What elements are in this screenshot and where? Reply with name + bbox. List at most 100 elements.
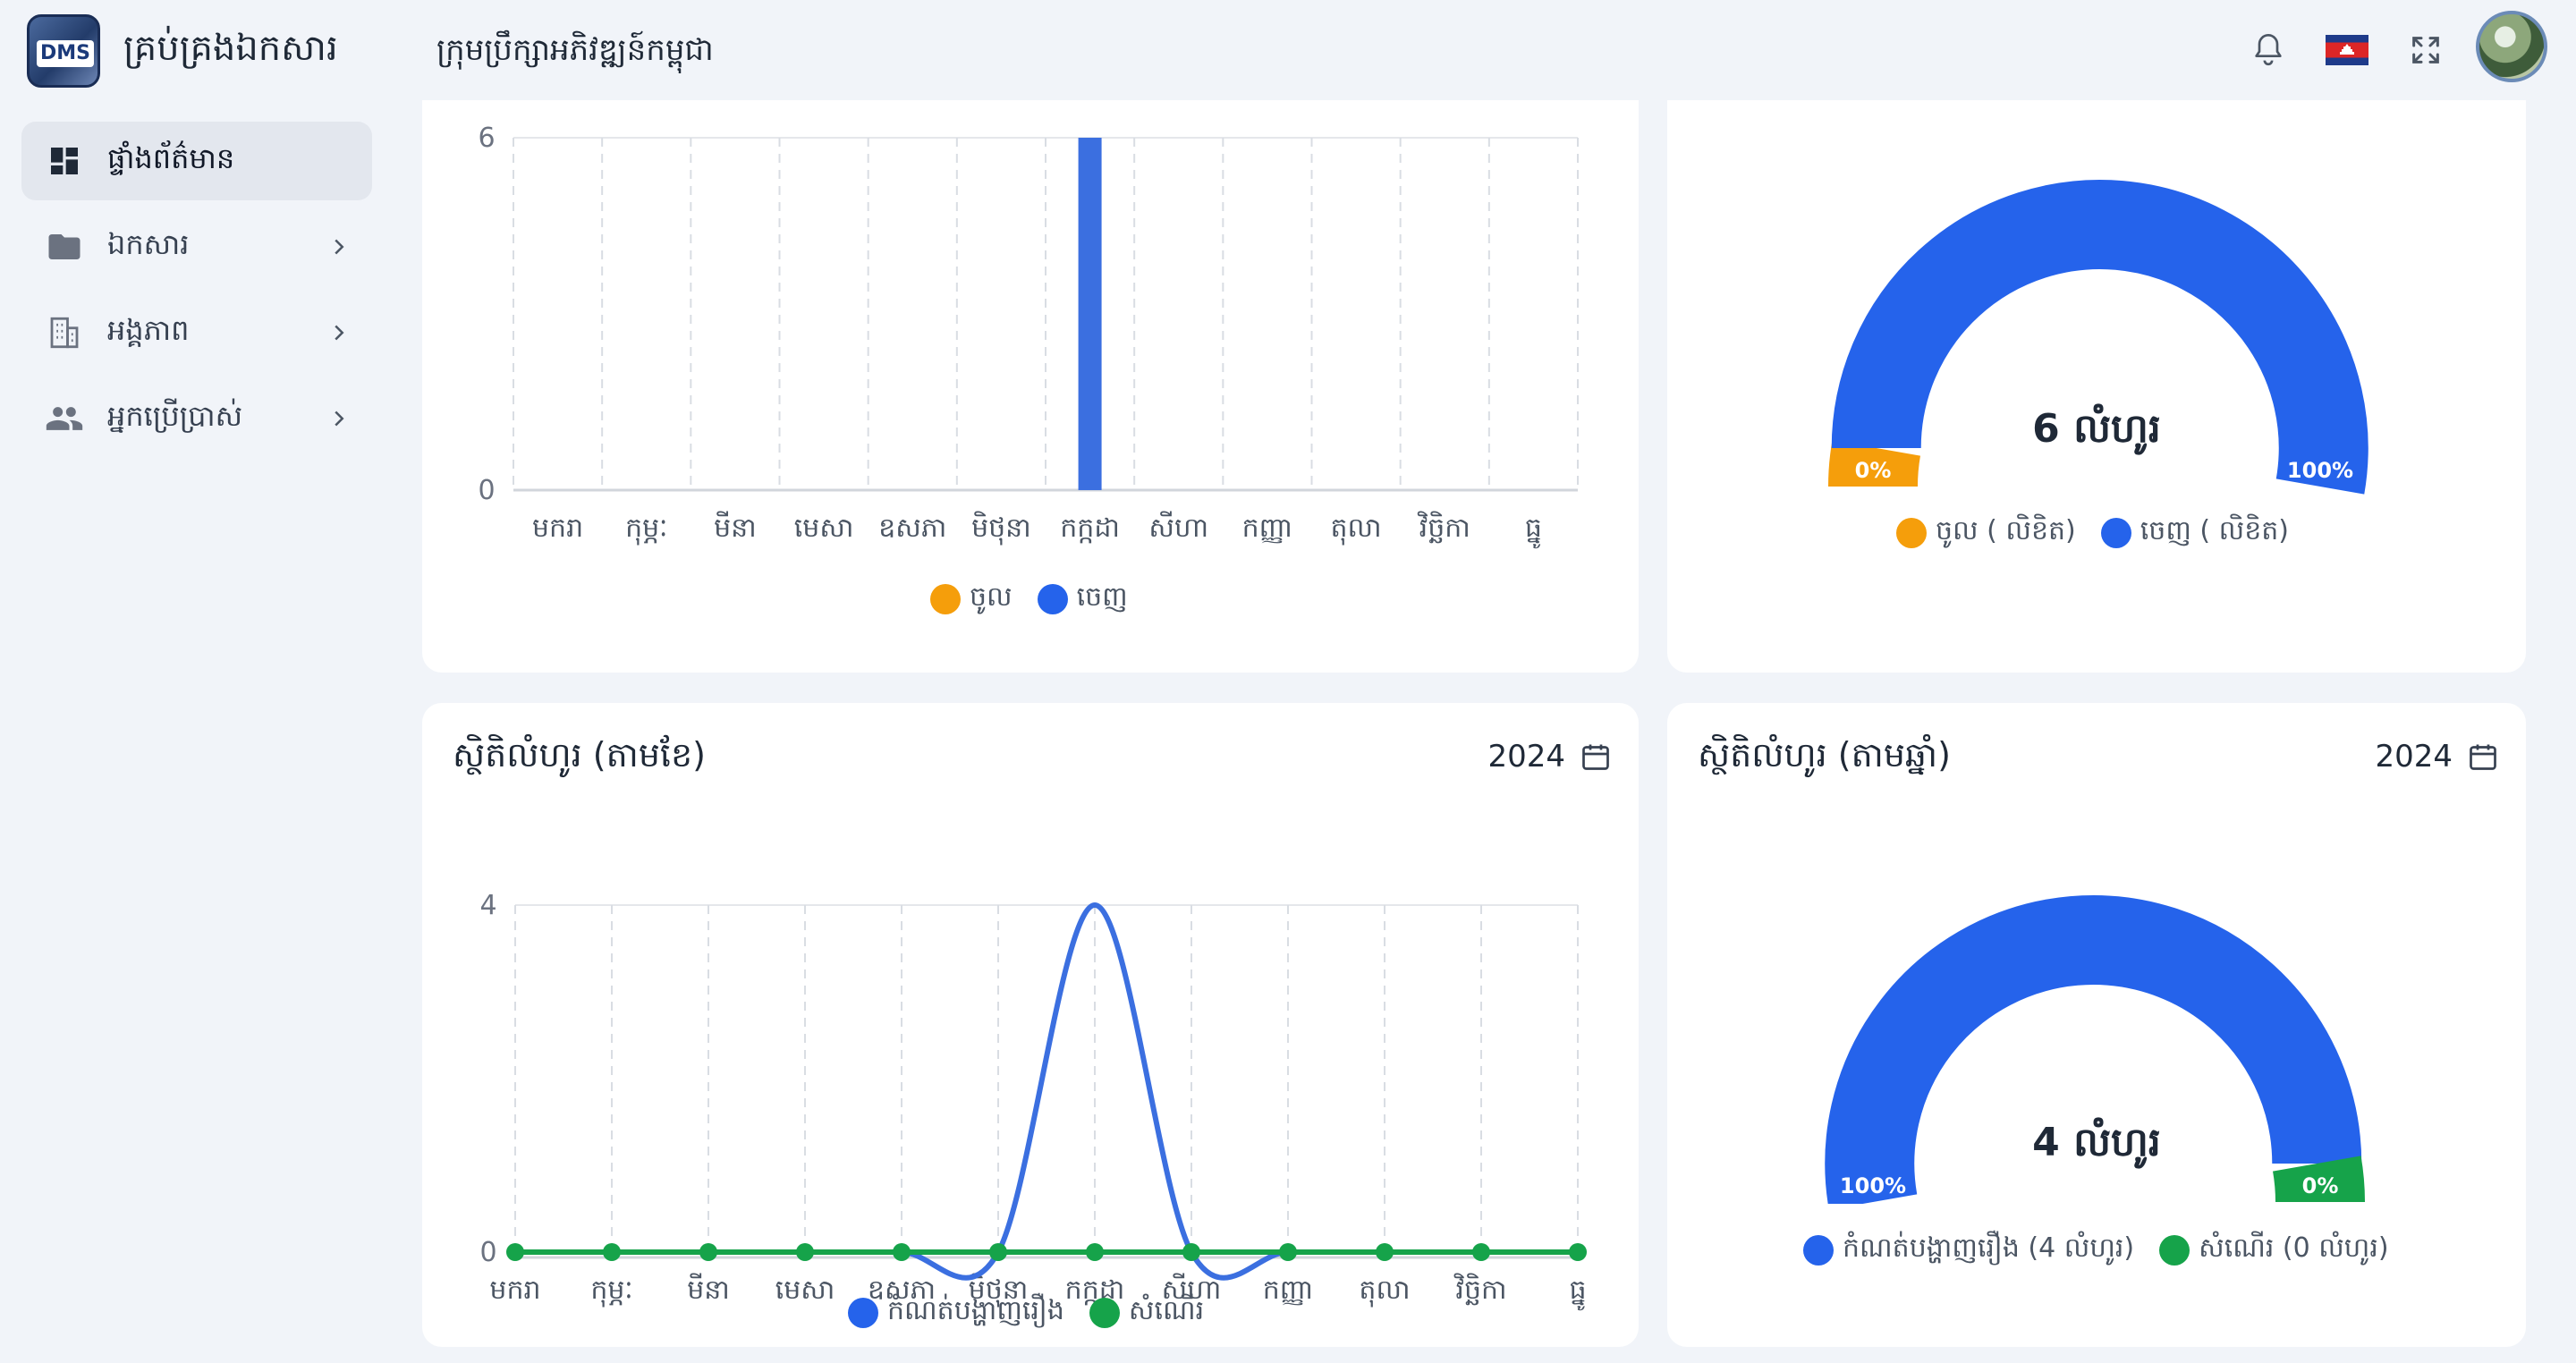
legend-label: ចេញ xyxy=(1076,581,1128,613)
data-label: 100% xyxy=(2287,458,2353,483)
line-chart-legend: កំណត់បង្ហាញរឿង សំណើរ xyxy=(848,1293,1204,1333)
legend-label: សំណើរ xyxy=(1128,1295,1205,1326)
fullscreen-icon[interactable] xyxy=(2402,27,2449,73)
sidebar-item-label: អង្គភាព xyxy=(107,312,190,347)
chevron-right-icon xyxy=(335,325,344,341)
sidebar-item-users[interactable]: អ្នកប្រើប្រាស់ xyxy=(21,379,372,458)
bell-icon[interactable] xyxy=(2245,27,2292,73)
x-tick-label: មេសា xyxy=(794,512,854,544)
sidebar-item-dashboard[interactable]: ផ្ទាំងព័ត៌មាន xyxy=(21,122,372,200)
x-tick-label: កក្កដា xyxy=(1060,512,1120,544)
gauge-center-label: 4 លំហូរ xyxy=(2032,1120,2161,1165)
legend-dot xyxy=(1803,1235,1834,1266)
legend-dot xyxy=(1037,584,1068,614)
documents-gauge-card: 0% 100% 6 លំហូរ ចូល ( លិខិត) ចេញ ( លិខិត) xyxy=(1667,72,2526,673)
legend-label: កំណត់បង្ហាញរឿង xyxy=(887,1295,1064,1326)
flow-line-chart: 04មករា កុម្ភៈ មីនា មេសា ឧសភា មិថុនា កក្កដា សីហា… xyxy=(479,890,1587,1311)
cambodia-flag-icon[interactable] xyxy=(2324,27,2370,73)
legend-label: សំណើរ (0 លំហូរ) xyxy=(2199,1232,2389,1264)
legend-item-incoming[interactable]: ចូល xyxy=(930,580,1013,619)
logo-text: DMS xyxy=(37,40,94,67)
legend-dot xyxy=(2100,518,2131,548)
legend-item-incoming-letters[interactable]: ចូល ( លិខិត) xyxy=(1896,513,2076,553)
x-tick-label: កញ្ញា xyxy=(1242,512,1293,544)
x-tick-label: តុលា xyxy=(1331,512,1382,546)
x-tick-label: ឧសភា xyxy=(878,512,946,544)
legend-dot xyxy=(848,1298,878,1328)
legend-label: ចូល ( លិខិត) xyxy=(1936,515,2076,546)
x-tick-label: សីហា xyxy=(1148,511,1208,544)
dashboard-icon xyxy=(45,141,84,181)
data-point xyxy=(796,1243,814,1261)
data-point xyxy=(989,1243,1007,1261)
x-tick-label: វិច្ឆិកា xyxy=(1417,511,1470,544)
chevron-right-icon xyxy=(335,411,344,427)
sidebar: ផ្ទាំងព័ត៌មាន ឯកសារ អង្គភាព អ្នកប្រើប្រា… xyxy=(0,100,394,1363)
legend-label: ចូល xyxy=(970,581,1013,613)
folder-icon xyxy=(45,227,84,267)
data-point xyxy=(603,1243,621,1261)
gauge-legend: ចូល ( លិខិត) ចេញ ( លិខិត) xyxy=(1896,513,2289,553)
legend-dot xyxy=(1089,1298,1120,1328)
y-tick-label: 0 xyxy=(479,1237,496,1268)
data-point xyxy=(699,1243,717,1261)
sidebar-item-label: ផ្ទាំងព័ត៌មាន xyxy=(107,140,235,175)
legend-item-outgoing[interactable]: ចេញ xyxy=(1037,580,1128,619)
x-tick-label: តុលា xyxy=(1359,1274,1410,1308)
user-avatar[interactable] xyxy=(2476,11,2547,82)
documents-bar-chart-card: 0 6 មករា កុម្ភៈ មីនា មេសា ឧសភា មិថុនា កក្កដា សីហា… xyxy=(422,72,1639,673)
legend-item-briefing[interactable]: កំណត់បង្ហាញរឿង xyxy=(848,1293,1064,1333)
organization-title: ក្រុមប្រឹក្សាអភិវឌ្ឍន៍កម្ពុជា xyxy=(436,32,714,68)
app-title: គ្រប់គ្រងឯកសារ xyxy=(123,28,338,69)
documents-bar-chart: 0 6 មករា កុម្ភៈ មីនា មេសា ឧសភា មិថុនា កក្កដា សីហា… xyxy=(478,123,1579,549)
app-logo[interactable]: DMS xyxy=(27,14,100,88)
chevron-right-icon xyxy=(335,239,344,255)
users-icon xyxy=(45,399,84,438)
y-tick-label: 6 xyxy=(478,123,495,154)
data-point xyxy=(1182,1243,1200,1261)
x-tick-label: មីនា xyxy=(714,511,757,544)
gauge-center-label: 6 លំហូរ xyxy=(2032,406,2161,452)
bar xyxy=(1078,138,1102,490)
x-tick-label: កុម្ភៈ xyxy=(590,1274,632,1308)
data-label: 0% xyxy=(2302,1173,2339,1198)
data-point xyxy=(1376,1243,1394,1261)
legend-item-briefing[interactable]: កំណត់បង្ហាញរឿង (4 លំហូរ) xyxy=(1803,1231,2134,1270)
data-point xyxy=(1279,1243,1297,1261)
flow-by-year-card: ស្ថិតិលំហូរ (តាមឆ្នាំ) 2024 100% 0% 4 លំហ… xyxy=(1667,703,2526,1347)
data-label: 100% xyxy=(1840,1173,1906,1198)
data-point xyxy=(1472,1243,1490,1261)
data-label: 0% xyxy=(1855,458,1892,483)
sidebar-item-organizations[interactable]: អង្គភាព xyxy=(21,293,372,372)
x-tick-label: កុម្ភៈ xyxy=(625,512,667,546)
x-tick-label: មិថុនា xyxy=(971,511,1031,546)
legend-label: ចេញ ( លិខិត) xyxy=(2140,515,2290,546)
x-tick-label: ធ្នូ xyxy=(1525,512,1542,549)
building-icon xyxy=(45,313,84,352)
x-tick-label: វិច្ឆិកា xyxy=(1453,1273,1507,1306)
data-point xyxy=(1569,1243,1587,1261)
x-tick-label: មករា xyxy=(489,1274,540,1306)
top-bar: DMS គ្រប់គ្រងឯកសារ ក្រុមប្រឹក្សាអភិវឌ្ឍន… xyxy=(0,0,2576,100)
sidebar-item-label: ឯកសារ xyxy=(107,226,190,261)
y-tick-label: 0 xyxy=(478,475,495,506)
sidebar-item-documents[interactable]: ឯកសារ xyxy=(21,207,372,286)
gauge-legend: កំណត់បង្ហាញរឿង (4 លំហូរ) សំណើរ (0 លំហូរ) xyxy=(1803,1231,2389,1270)
data-point xyxy=(506,1243,524,1261)
legend-dot xyxy=(1896,518,1927,548)
x-tick-label: ធ្នូ xyxy=(1569,1274,1586,1311)
x-tick-label: មករា xyxy=(532,512,583,544)
sidebar-item-label: អ្នកប្រើប្រាស់ xyxy=(107,398,243,433)
legend-label: កំណត់បង្ហាញរឿង (4 លំហូរ) xyxy=(1843,1232,2135,1264)
series-line xyxy=(515,902,1578,1281)
flow-by-month-card: ស្ថិតិលំហូរ (តាមខែ) 2024 0 4 មករា កុម្ភៈ មីន… xyxy=(422,703,1639,1347)
data-point xyxy=(893,1243,911,1261)
x-tick-label: មេសា xyxy=(775,1274,835,1306)
legend-dot xyxy=(2159,1235,2190,1266)
legend-item-request[interactable]: សំណើរ xyxy=(1089,1293,1204,1333)
y-tick-label: 4 xyxy=(479,890,496,921)
legend-item-request[interactable]: សំណើរ (0 លំហូរ) xyxy=(2159,1231,2389,1270)
data-point xyxy=(1086,1243,1104,1261)
bar-chart-legend: ចូល ចេញ xyxy=(930,580,1128,619)
legend-item-outgoing-letters[interactable]: ចេញ ( លិខិត) xyxy=(2100,513,2290,553)
